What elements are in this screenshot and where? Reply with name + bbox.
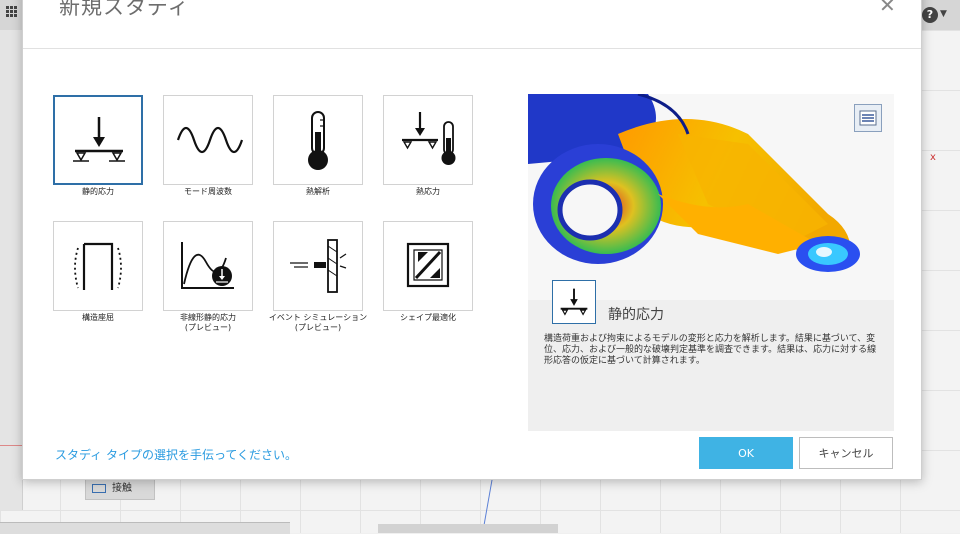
tile-label-modal-frequency: モード周波数 bbox=[184, 187, 232, 196]
tile-label-static-stress: 静的応力 bbox=[82, 187, 114, 196]
contact-chip-label: 接触 bbox=[112, 483, 132, 494]
dialog-title: 新規スタディ bbox=[59, 0, 190, 19]
stress-result-image bbox=[528, 94, 894, 300]
tile-structural-buckling[interactable] bbox=[53, 221, 143, 311]
tile-thermal-stress[interactable] bbox=[383, 95, 473, 185]
contact-icon bbox=[92, 483, 106, 493]
tile-event-simulation[interactable] bbox=[273, 221, 363, 311]
preview-title: 静的応力 bbox=[608, 307, 664, 323]
event-simulation-icon bbox=[290, 239, 347, 293]
thermal-icon bbox=[308, 111, 328, 170]
tile-label-nonlinear-static-stress: 非線形静的応力 (プレビュー) bbox=[180, 313, 236, 332]
tile-label-event-simulation: イベント シミュレーション (プレビュー) bbox=[268, 313, 368, 332]
viewcube-x-icon: x bbox=[930, 152, 936, 163]
tile-label-structural-buckling: 構造座屈 bbox=[82, 313, 114, 322]
study-type-help-link[interactable]: スタディ タイプの選択を手伝ってください。 bbox=[55, 446, 297, 463]
modal-frequency-icon bbox=[176, 126, 244, 154]
bottom-toolbar bbox=[378, 524, 558, 533]
axis-line-red bbox=[0, 445, 22, 446]
app-grid-icon[interactable] bbox=[6, 6, 18, 18]
tile-nonlinear-static-stress[interactable] bbox=[163, 221, 253, 311]
shape-optimization-icon bbox=[406, 242, 450, 288]
tile-modal-frequency[interactable] bbox=[163, 95, 253, 185]
contact-chip[interactable]: 接触 bbox=[85, 478, 155, 500]
help-caret-icon[interactable]: ▼ bbox=[940, 9, 947, 19]
left-panel bbox=[0, 30, 23, 510]
tile-label-thermal-stress: 熱応力 bbox=[416, 187, 440, 196]
new-study-dialog: 新規スタディ ✕ 静的応力 モード周波数 熱解析 熱応力 構造座屈 非線形静的応… bbox=[22, 0, 922, 480]
ok-button[interactable]: OK bbox=[699, 437, 793, 469]
cancel-button[interactable]: キャンセル bbox=[799, 437, 893, 469]
structural-buckling-icon bbox=[74, 242, 122, 290]
tile-static-stress[interactable] bbox=[53, 95, 143, 185]
legend-icon[interactable] bbox=[854, 104, 882, 132]
nonlinear-static-stress-icon bbox=[181, 242, 234, 289]
static-stress-icon bbox=[73, 117, 125, 162]
thermal-stress-icon bbox=[402, 112, 456, 165]
tile-label-shape-optimization: シェイプ最適化 bbox=[400, 313, 456, 322]
tile-shape-optimization[interactable] bbox=[383, 221, 473, 311]
study-preview-panel: 静的応力 構造荷重および拘束によるモデルの変形と応力を解析します。結果に基づいて… bbox=[528, 94, 894, 431]
preview-static-stress-icon bbox=[552, 280, 596, 324]
close-icon[interactable]: ✕ bbox=[879, 0, 896, 17]
preview-description: 構造荷重および拘束によるモデルの変形と応力を解析します。結果に基づいて、変位、応… bbox=[544, 334, 877, 366]
header-divider bbox=[23, 48, 921, 49]
help-icon[interactable]: ? bbox=[922, 7, 938, 23]
tile-label-thermal: 熱解析 bbox=[306, 187, 330, 196]
bottom-bar bbox=[0, 522, 290, 534]
tile-thermal[interactable] bbox=[273, 95, 363, 185]
